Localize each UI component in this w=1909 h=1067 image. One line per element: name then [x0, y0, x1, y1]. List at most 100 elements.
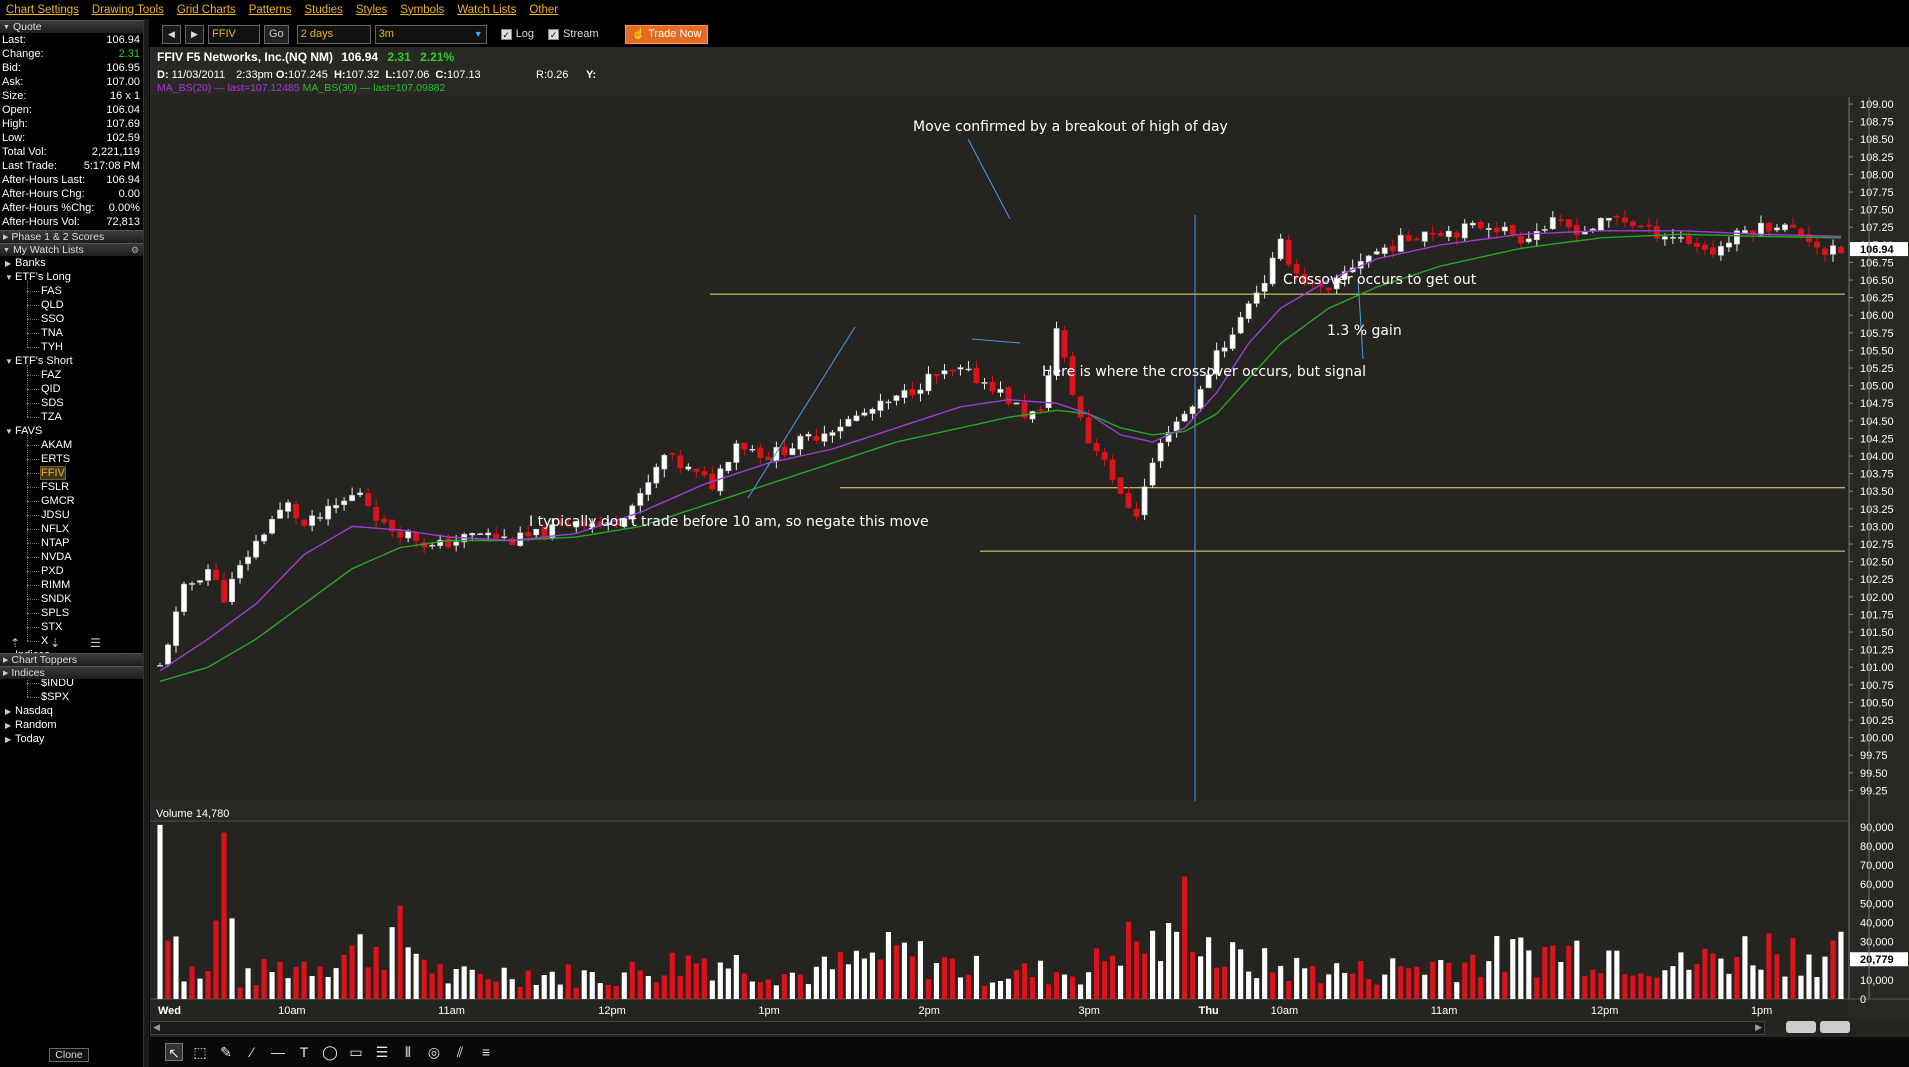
collapse-triangle-icon[interactable]: ▼ [5, 425, 15, 439]
phase-scores-header[interactable]: ▶ Phase 1 & 2 Scores [0, 230, 143, 243]
fibonacci-icon[interactable]: ☰ [373, 1043, 391, 1061]
collapse-triangle-icon[interactable]: ▼ [5, 355, 15, 369]
watchlist-symbol[interactable]: SPLS [0, 606, 143, 620]
scroll-right-icon[interactable]: ▶ [1755, 1022, 1762, 1033]
period-dropdown[interactable]: 2 days [296, 24, 371, 44]
interval-dropdown[interactable]: 3m ▼ [374, 24, 487, 44]
watchlist-symbol[interactable]: TZA [0, 410, 143, 424]
watchlist-symbol[interactable]: QID [0, 382, 143, 396]
watchlist-symbol[interactable]: FAZ [0, 368, 143, 382]
watchlist-symbol[interactable]: SSO [0, 312, 143, 326]
watchlist-folder[interactable]: ▶ Nasdaq [0, 704, 143, 718]
expand-triangle-icon[interactable]: ▶ [5, 719, 15, 733]
clone-button[interactable]: Clone [49, 1048, 89, 1062]
watchlist-symbol[interactable]: TYH [0, 340, 143, 354]
expand-triangle-icon[interactable]: ▶ [3, 669, 8, 677]
watchlist-folder[interactable]: ▶ Banks [0, 256, 143, 270]
watchlist-symbol[interactable]: TNA [0, 326, 143, 340]
watchlists-header[interactable]: ▼ My Watch Lists ⚙ [0, 243, 143, 256]
horizontal-line-icon[interactable]: — [269, 1043, 287, 1061]
go-button[interactable]: Go [264, 24, 289, 44]
checkmark-icon[interactable]: ✓ [548, 28, 560, 40]
watchlist-symbol[interactable]: ERTS [0, 452, 143, 466]
pitchfork-icon[interactable]: ⫽ [451, 1043, 469, 1061]
chart-annotation[interactable]: 1.3 % gain [1327, 323, 1402, 339]
expand-triangle-icon[interactable]: ▶ [3, 656, 8, 664]
settings-gear-icon[interactable]: ⚙ [131, 245, 139, 256]
menu-item-symbols[interactable]: Symbols [400, 4, 444, 16]
parallel-lines-icon[interactable]: ≡ [477, 1043, 495, 1061]
watchlist-folder[interactable]: ▼ FAVS [0, 424, 143, 438]
watchlist-symbol[interactable]: NVDA [0, 550, 143, 564]
zoom-out-icon[interactable] [1820, 1021, 1850, 1033]
watchlist-folder[interactable]: ▼ ETF's Long [0, 270, 143, 284]
watchlist-symbol[interactable]: GMCR [0, 494, 143, 508]
watchlist-symbol[interactable]: PXD [0, 564, 143, 578]
chart-scrollbar[interactable]: ◀ ▶ [150, 1021, 1765, 1035]
collapse-triangle-icon[interactable]: ▼ [5, 271, 15, 285]
log-checkbox[interactable]: ✓ Log [500, 28, 534, 40]
trade-now-button[interactable]: ☝ Trade Now [624, 24, 709, 44]
collapse-all-icon[interactable]: ☰ [90, 636, 101, 650]
watchlist-symbol[interactable]: NTAP [0, 536, 143, 550]
watchlist-tools: ⇡ ⇣ ☰ [0, 634, 143, 652]
expand-triangle-icon[interactable]: ▶ [5, 257, 15, 271]
pencil-icon[interactable]: ✎ [217, 1043, 235, 1061]
quote-section-header[interactable]: ▼ Quote [0, 20, 143, 33]
symbol-input[interactable] [208, 24, 260, 44]
expand-triangle-icon[interactable]: ▶ [5, 705, 15, 719]
collapse-triangle-icon[interactable]: ▼ [3, 24, 10, 31]
speech-bubble-icon[interactable]: ◎ [425, 1043, 443, 1061]
watchlist-symbol[interactable]: AKAM [0, 438, 143, 452]
watchlist-symbol[interactable]: SDS [0, 396, 143, 410]
price-volume-chart[interactable]: 109.00 108.75 108.50 108.25 108.00 107.75 107.… [150, 47, 1909, 1022]
trendline-icon[interactable]: ⁄ [243, 1043, 261, 1061]
menu-item-watch-lists[interactable]: Watch Lists [457, 4, 516, 16]
rectangle-icon[interactable]: ▭ [347, 1043, 365, 1061]
watchlist-symbol[interactable]: $SPX [0, 690, 143, 704]
watchlist-symbol[interactable]: NFLX [0, 522, 143, 536]
back-arrow-icon[interactable]: ◀ [162, 24, 181, 44]
chart-annotation[interactable]: Crossover occurs to get out [1283, 272, 1477, 288]
text-icon[interactable]: T [295, 1043, 313, 1061]
chevron-down-icon[interactable]: ▼ [474, 26, 483, 43]
expand-triangle-icon[interactable]: ▶ [3, 233, 8, 241]
sort-descending-icon[interactable]: ⇣ [50, 636, 60, 650]
checkmark-icon[interactable]: ✓ [500, 28, 512, 40]
watchlist-folder[interactable]: ▶ Random [0, 718, 143, 732]
watchlist-symbol[interactable]: FFIV [0, 466, 143, 480]
stream-checkbox[interactable]: ✓ Stream [548, 28, 599, 40]
chart-annotation[interactable]: Here is where the crossover occurs, but … [1042, 364, 1366, 380]
watchlist-symbol[interactable]: QLD [0, 298, 143, 312]
watchlist-folder[interactable]: ▼ ETF's Short [0, 354, 143, 368]
watchlist-symbol[interactable]: SNDK [0, 592, 143, 606]
watchlist-symbol[interactable]: STX [0, 620, 143, 634]
chart-toppers-header[interactable]: ▶ Chart Toppers [0, 653, 143, 666]
watchlist-symbol[interactable]: RIMM [0, 578, 143, 592]
collapse-triangle-icon[interactable]: ▼ [3, 247, 10, 254]
chart-annotation[interactable]: Move confirmed by a breakout of high of … [913, 119, 1228, 135]
watchlist-folder[interactable]: ▶ Today [0, 732, 143, 746]
ellipse-icon[interactable]: ◯ [321, 1043, 339, 1061]
watchlist-symbol[interactable]: JDSU [0, 508, 143, 522]
scroll-left-icon[interactable]: ◀ [153, 1022, 160, 1033]
indices-header[interactable]: ▶ Indices [0, 666, 143, 679]
zoom-in-icon[interactable] [1786, 1021, 1816, 1033]
menu-item-drawing-tools[interactable]: Drawing Tools [92, 4, 164, 16]
chart-annotation[interactable]: I typically don't trade before 10 am, so… [529, 514, 929, 530]
watchlist-symbol[interactable]: FAS [0, 284, 143, 298]
menu-item-other[interactable]: Other [529, 4, 558, 16]
menu-item-grid-charts[interactable]: Grid Charts [177, 4, 236, 16]
pointer-icon[interactable]: ↖ [165, 1043, 183, 1061]
cursor-select-icon[interactable]: ⬚ [191, 1043, 209, 1061]
sidebar-splitter[interactable] [143, 19, 149, 1067]
cycle-lines-icon[interactable]: ⦀ [399, 1043, 417, 1061]
menu-item-studies[interactable]: Studies [305, 4, 343, 16]
expand-triangle-icon[interactable]: ▶ [5, 733, 15, 747]
menu-item-patterns[interactable]: Patterns [249, 4, 292, 16]
forward-arrow-icon[interactable]: ▶ [185, 24, 204, 44]
menu-item-styles[interactable]: Styles [356, 4, 387, 16]
sort-ascending-icon[interactable]: ⇡ [10, 636, 20, 650]
watchlist-symbol[interactable]: FSLR [0, 480, 143, 494]
menu-item-chart-settings[interactable]: Chart Settings [6, 4, 79, 16]
